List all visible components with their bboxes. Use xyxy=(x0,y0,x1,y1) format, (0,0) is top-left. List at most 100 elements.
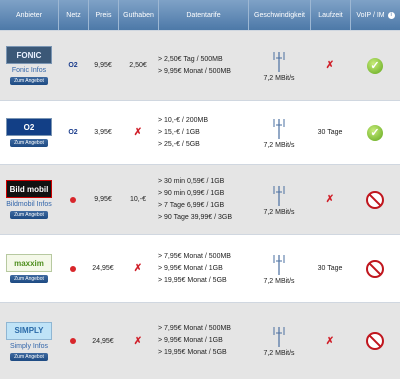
network-vodafone-icon xyxy=(58,303,88,379)
offer-button[interactable]: Zum Angebot xyxy=(10,139,48,147)
tariff-item: > 7,95€ Monat / 500MB xyxy=(158,325,231,332)
no-icon xyxy=(366,332,384,350)
provider-info-link[interactable]: Fonic Infos xyxy=(12,67,46,74)
price: 24,95€ xyxy=(92,265,114,272)
tariff-item: > 9,95€ Monat / 1GB xyxy=(158,337,223,344)
speed-cell: 7,2 MBit/s xyxy=(248,235,310,302)
offer-button[interactable]: Zum Angebot xyxy=(10,211,48,219)
tariff-item: > 7 Tage 6,99€ / 1GB xyxy=(158,201,225,209)
tariff-list: > 7,95€ Monat / 500MB > 9,95€ Monat / 1G… xyxy=(158,303,248,379)
simply-logo: SIMPLY xyxy=(6,321,52,340)
duration-cell: ✗ xyxy=(310,303,350,379)
no-icon xyxy=(366,259,384,278)
antenna-icon xyxy=(273,51,285,72)
table-row: FONIC Fonic Infos Zum Angebot O2 9,95€ 2… xyxy=(0,30,400,100)
tariff-comparison-table: Anbieter Netz Preis Guthaben Datentarife… xyxy=(0,0,400,379)
tariff-list: > 30 min 0,59€ / 1GB > 90 min 0,99€ / 1G… xyxy=(158,165,248,234)
antenna-icon xyxy=(273,185,285,206)
maxxim-logo: maxxim xyxy=(6,254,52,272)
provider-info-link[interactable]: Simply Infos xyxy=(10,343,48,350)
duration-cell: ✗ xyxy=(310,165,350,234)
tariff-item: > 90 min 0,99€ / 1GB xyxy=(158,189,225,197)
cross-icon: ✗ xyxy=(133,335,143,347)
voip-cell: ✓ xyxy=(350,101,400,164)
no-icon xyxy=(366,190,384,209)
header-duration: Laufzeit xyxy=(310,0,350,30)
price: 9,95€ xyxy=(94,196,112,203)
network-o2-icon: O2 xyxy=(58,101,88,164)
offer-button[interactable]: Zum Angebot xyxy=(10,275,48,283)
cross-icon: ✗ xyxy=(133,127,143,138)
speed-value: 7,2 MBit/s xyxy=(263,208,295,216)
credit: 10,-€ xyxy=(130,196,146,203)
speed-value: 7,2 MBit/s xyxy=(263,350,295,357)
speed-cell: 7,2 MBit/s xyxy=(248,31,310,100)
network-label: O2 xyxy=(68,129,78,136)
speed-value: 7,2 MBit/s xyxy=(263,74,295,82)
antenna-icon xyxy=(273,327,285,347)
cross-icon: ✗ xyxy=(325,335,335,347)
duration: 30 Tage xyxy=(317,265,343,272)
tariff-item: > 90 Tage 39,99€ / 3GB xyxy=(158,213,233,221)
tariff-item: > 15,-€ / 1GB xyxy=(158,128,200,136)
tariff-item: > 10,-€ / 200MB xyxy=(158,116,209,124)
voip-cell xyxy=(350,235,400,302)
bildmobil-logo: Bild mobil xyxy=(6,180,52,198)
provider-cell: FONIC Fonic Infos Zum Angebot xyxy=(0,31,58,100)
header-provider: Anbieter xyxy=(15,11,43,19)
tariff-item: > 2,50€ Tag / 500MB xyxy=(158,55,223,63)
header-tariffs: Datentarife xyxy=(158,0,248,30)
provider-info-link[interactable]: Bildmobil Infos xyxy=(6,201,52,208)
offer-button[interactable]: Zum Angebot xyxy=(10,352,48,361)
speed-cell: 7,2 MBit/s xyxy=(248,303,310,379)
tariff-item: > 25,-€ / 5GB xyxy=(158,140,200,148)
provider-cell: Bild mobil Bildmobil Infos Zum Angebot xyxy=(0,165,58,234)
network-o2-icon: O2 xyxy=(58,31,88,100)
provider-cell: SIMPLY Simply Infos Zum Angebot xyxy=(0,303,58,379)
speed-value: 7,2 MBit/s xyxy=(263,141,295,149)
header-voip-label: VoIP / IM xyxy=(356,11,385,19)
info-icon[interactable]: i xyxy=(387,11,395,19)
header-price: Preis xyxy=(88,0,118,30)
provider-cell: O2 Zum Angebot xyxy=(0,101,58,164)
cross-icon: ✗ xyxy=(325,60,335,71)
header-credit: Guthaben xyxy=(118,0,158,30)
duration: 30 Tage xyxy=(317,129,343,136)
price: 3,95€ xyxy=(94,129,112,136)
credit-cell: ✗ xyxy=(118,303,158,379)
provider-cell: maxxim Zum Angebot xyxy=(0,235,58,302)
fonic-logo: FONIC xyxy=(6,46,52,64)
speed-cell: 7,2 MBit/s xyxy=(248,165,310,234)
header-network: Netz xyxy=(58,0,88,30)
cross-icon: ✗ xyxy=(133,263,143,274)
check-icon: ✓ xyxy=(367,57,383,74)
table-row: Bild mobil Bildmobil Infos Zum Angebot 9… xyxy=(0,164,400,234)
check-icon: ✓ xyxy=(367,124,383,141)
credit-cell: ✗ xyxy=(118,101,158,164)
offer-button[interactable]: Zum Angebot xyxy=(10,77,48,85)
antenna-icon xyxy=(273,254,285,275)
antenna-icon xyxy=(273,118,285,139)
credit-cell: ✗ xyxy=(118,235,158,302)
voip-cell: ✓ xyxy=(350,31,400,100)
speed-cell: 7,2 MBit/s xyxy=(248,101,310,164)
credit: 2,50€ xyxy=(129,62,147,69)
table-row: O2 Zum Angebot O2 3,95€ ✗ > 10,-€ / 200M… xyxy=(0,100,400,164)
voip-cell xyxy=(350,303,400,379)
voip-cell xyxy=(350,165,400,234)
network-label: O2 xyxy=(68,62,78,69)
price: 9,95€ xyxy=(94,62,112,69)
table-row: maxxim Zum Angebot 24,95€ ✗ > 7,95€ Mona… xyxy=(0,234,400,302)
tariff-list: > 10,-€ / 200MB > 15,-€ / 1GB > 25,-€ / … xyxy=(158,101,248,164)
tariff-list: > 2,50€ Tag / 500MB > 9,95€ Monat / 500M… xyxy=(158,31,248,100)
network-vodafone-icon xyxy=(58,165,88,234)
tariff-item: > 7,95€ Monat / 500MB xyxy=(158,252,231,260)
table-header: Anbieter Netz Preis Guthaben Datentarife… xyxy=(0,0,400,30)
speed-value: 7,2 MBit/s xyxy=(263,277,295,285)
header-speed: Geschwindigkeit xyxy=(248,0,310,30)
duration-cell: ✗ xyxy=(310,31,350,100)
tariff-item: > 9,95€ Monat / 1GB xyxy=(158,264,223,272)
cross-icon: ✗ xyxy=(325,194,335,205)
header-voip: VoIP / IM i xyxy=(350,0,400,30)
tariff-item: > 19,95€ Monat / 5GB xyxy=(158,349,227,356)
